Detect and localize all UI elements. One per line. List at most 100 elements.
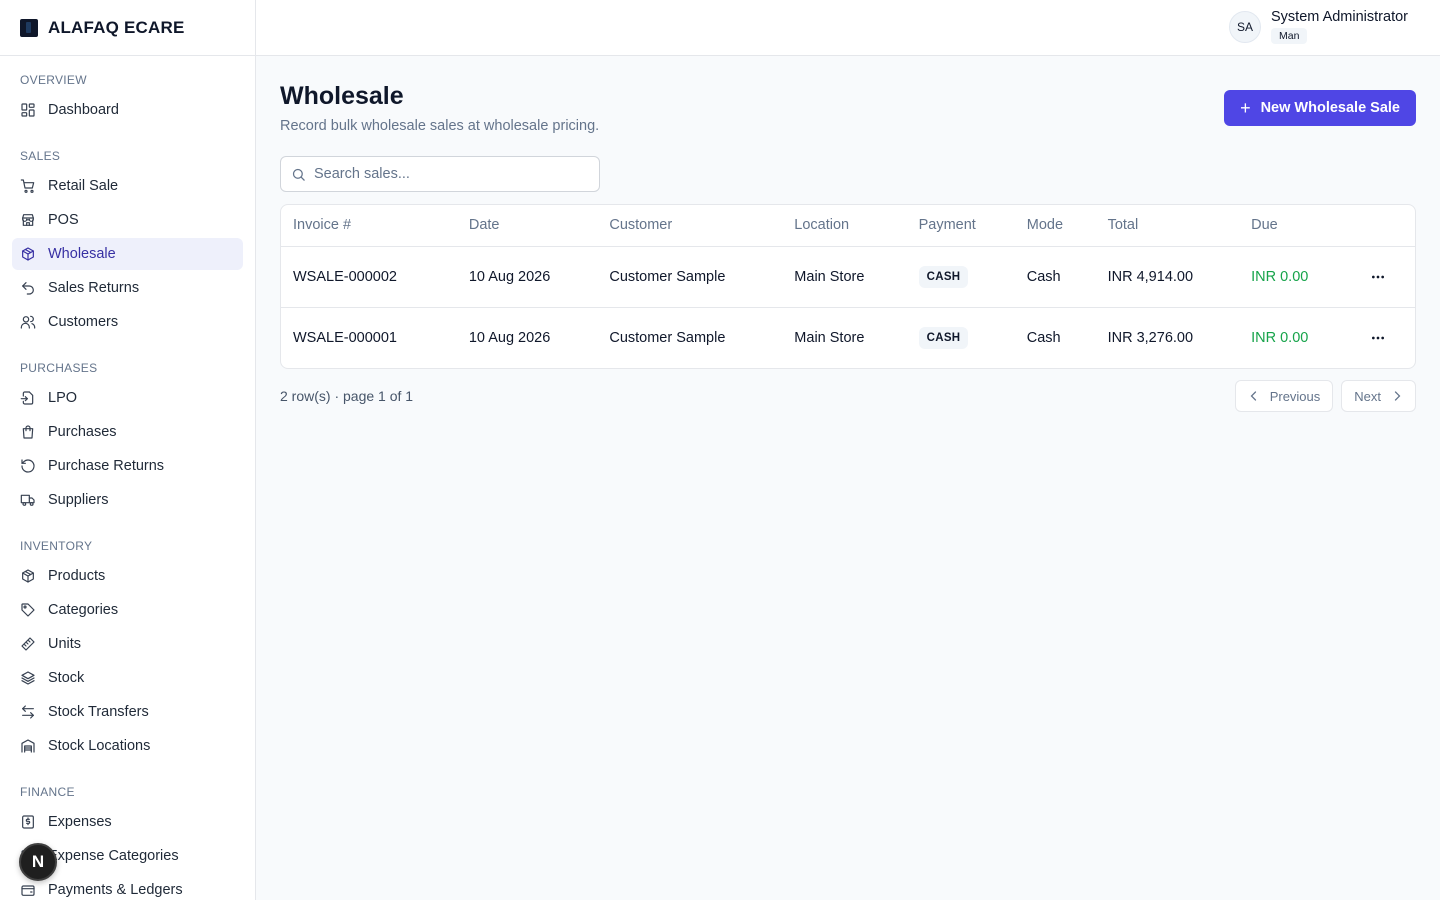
cell-customer: Customer Sample [597, 246, 783, 308]
sidebar-item-stock-transfers[interactable]: Stock Transfers [12, 696, 243, 728]
sidebar-section-title: INVENTORY [20, 539, 93, 553]
tag-icon [20, 602, 36, 618]
column-header[interactable]: Date [456, 205, 598, 247]
sidebar-item-suppliers[interactable]: Suppliers [12, 484, 243, 516]
column-header-actions [1354, 205, 1415, 247]
sidebar-item-purchases[interactable]: Purchases [12, 416, 243, 448]
wallet-icon [20, 882, 36, 898]
cell-total: INR 3,276.00 [1107, 329, 1194, 346]
cell-location: Main Store [794, 329, 865, 346]
page-title: Wholesale [280, 82, 404, 110]
cell-payment: CASH [906, 246, 1015, 308]
page-subtitle: Record bulk wholesale sales at wholesale… [280, 118, 600, 134]
column-header[interactable]: Invoice # [281, 205, 457, 247]
sidebar-item-stock-locations[interactable]: Stock Locations [12, 730, 243, 762]
sidebar-item-label: Units [48, 636, 82, 652]
sidebar-section-finance: FINANCE Expenses Expense Categories Payment… [12, 784, 243, 900]
new-wholesale-sale-label: New Wholesale Sale [1260, 100, 1400, 116]
next-dev-badge[interactable]: N [19, 843, 57, 881]
cell-mode: Cash [1014, 246, 1096, 308]
sidebar-item-label: Suppliers [48, 492, 109, 508]
undo-icon [20, 280, 36, 296]
brand-name: ALAFAQ ECARE [48, 17, 185, 37]
next-label: Next [1354, 388, 1381, 404]
next-button[interactable]: Next [1341, 380, 1416, 412]
sidebar-section-overview: OVERVIEW Dashboard [12, 72, 243, 126]
shopping-bag-icon [20, 424, 36, 440]
sidebar-item-stock[interactable]: Stock [12, 662, 243, 694]
search-box[interactable] [280, 156, 600, 192]
sidebar-item-categories[interactable]: Categories [12, 594, 243, 626]
sidebar-item-dashboard[interactable]: Dashboard [12, 94, 243, 126]
sidebar-nav: OVERVIEW Dashboard SALES Retail Sale POS Whol… [0, 56, 255, 900]
package-icon [20, 568, 36, 584]
more-actions-icon[interactable] [1366, 326, 1390, 350]
store-icon [20, 212, 36, 228]
sidebar-item-units[interactable]: Units [12, 628, 243, 660]
column-header[interactable]: Mode [1014, 205, 1096, 247]
user-name: System Administrator [1271, 9, 1408, 25]
receipt-icon [20, 814, 36, 830]
sidebar-section-sales: SALES Retail Sale POS Wholesale Sales Return… [12, 148, 243, 338]
column-header[interactable]: Total [1095, 205, 1240, 247]
cell-location: Main Store [782, 246, 907, 308]
payment-badge: CASH [918, 265, 969, 288]
sales-table: Invoice # Date Customer Location Payment Mode… [280, 204, 1416, 369]
users-icon [20, 314, 36, 330]
sidebar-item-expenses[interactable]: Expenses [12, 806, 243, 838]
new-wholesale-sale-button[interactable]: + New Wholesale Sale [1224, 90, 1416, 126]
sidebar-item-label: Products [48, 568, 106, 584]
sidebar-item-label: Purchases [48, 424, 117, 440]
file-import-icon [20, 390, 36, 406]
sidebar-item-label: Retail Sale [48, 178, 119, 194]
pagination: Previous Next [1227, 380, 1416, 412]
sidebar-item-label: Expense Categories [48, 848, 179, 864]
truck-icon [20, 492, 36, 508]
user-menu[interactable]: SA System Administrator Man [1229, 9, 1408, 44]
table-row[interactable]: WSALE-000001 10 Aug 2026 Customer Sample Ma… [281, 307, 1415, 368]
layers-icon [20, 670, 36, 686]
ruler-icon [20, 636, 36, 652]
cell-mode: Cash [1026, 329, 1061, 346]
topbar: SA System Administrator Man [256, 0, 1440, 56]
cell-payment: CASH [907, 307, 1015, 368]
brand-logo-icon [20, 18, 38, 37]
sidebar-item-lpo[interactable]: LPO [12, 382, 243, 414]
column-header[interactable]: Payment [906, 205, 1015, 247]
sidebar-item-label: Stock Locations [48, 738, 151, 754]
sidebar-item-label: Wholesale [48, 246, 116, 262]
sidebar-section-title: OVERVIEW [20, 73, 87, 87]
pagination-info: 2 row(s) · page 1 of 1 [280, 388, 414, 404]
previous-button[interactable]: Previous [1234, 380, 1334, 412]
cell-invoice: WSALE-000001 [293, 329, 397, 346]
cell-due: INR 0.00 [1239, 246, 1355, 308]
main-content: Wholesale Record bulk wholesale sales at… [256, 56, 1440, 900]
sidebar-item-label: Expenses [48, 814, 112, 830]
cell-due: INR 0.00 [1251, 329, 1309, 346]
sidebar-item-sales-returns[interactable]: Sales Returns [12, 272, 243, 304]
column-header[interactable]: Customer [597, 205, 783, 247]
sidebar-item-retail-sale[interactable]: Retail Sale [12, 170, 243, 202]
cell-date: 10 Aug 2026 [456, 246, 598, 308]
brand[interactable]: ALAFAQ ECARE [0, 0, 255, 56]
boxes-icon [20, 246, 36, 262]
sidebar-section-purchases: PURCHASES LPO Purchases Purchase Returns Sup… [12, 360, 243, 516]
sidebar-item-wholesale[interactable]: Wholesale [12, 238, 243, 270]
arrows-transfer-icon [20, 704, 36, 720]
sidebar-section-title: SALES [20, 149, 61, 163]
more-actions-icon[interactable] [1366, 265, 1390, 289]
sidebar-item-customers[interactable]: Customers [12, 306, 243, 338]
search-input[interactable] [314, 166, 584, 182]
user-role-badge: Man [1271, 28, 1308, 44]
avatar[interactable]: SA [1229, 10, 1261, 43]
sidebar-section-inventory: INVENTORY Products Categories Units Stock Sto… [12, 538, 243, 762]
column-header[interactable]: Location [782, 205, 907, 247]
table-row[interactable]: WSALE-000002 10 Aug 2026 Customer Sample Ma… [281, 246, 1415, 308]
warehouse-icon [20, 738, 36, 754]
sidebar-item-pos[interactable]: POS [12, 204, 243, 236]
column-header[interactable]: Due [1239, 205, 1355, 247]
sidebar-item-label: Dashboard [48, 102, 119, 118]
sidebar-item-label: Payments & Ledgers [48, 882, 183, 898]
sidebar-item-products[interactable]: Products [12, 560, 243, 592]
sidebar-item-purchase-returns[interactable]: Purchase Returns [12, 450, 243, 482]
